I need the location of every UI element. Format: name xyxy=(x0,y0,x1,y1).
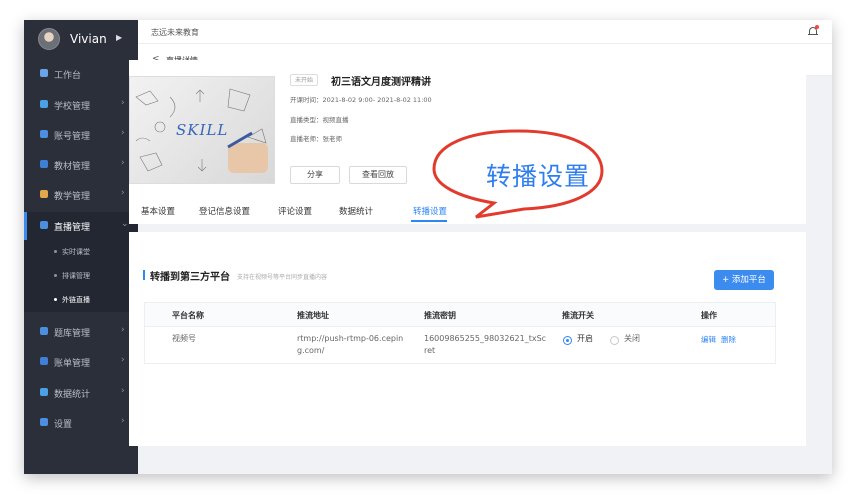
live-icon xyxy=(40,221,48,229)
sidebar-item-school[interactable]: 学校管理 › xyxy=(24,91,138,119)
dashboard-icon xyxy=(40,69,48,77)
course-cover-image: SKILL xyxy=(129,76,275,184)
course-type: 直播类型：视频直播 xyxy=(290,116,349,124)
callout-text: 转播设置 xyxy=(486,162,591,191)
sidebar-item-live[interactable]: 直播管理 ⌄ xyxy=(24,212,138,240)
chevron-right-icon: › xyxy=(121,416,125,426)
sidebar-item-stats[interactable]: 数据统计 › xyxy=(24,379,138,407)
bill-icon xyxy=(40,357,48,365)
account-icon xyxy=(40,130,48,138)
notification-badge xyxy=(815,25,819,29)
school-icon xyxy=(40,100,48,108)
column-header: 推流地址 xyxy=(297,311,329,320)
sidebar-item-dashboard[interactable]: 工作台 xyxy=(24,60,138,88)
sidebar-item-label: 教材管理 xyxy=(54,162,91,172)
delete-link[interactable]: 删除 xyxy=(721,334,736,345)
chevron-right-icon: › xyxy=(121,128,125,138)
teaching-icon xyxy=(40,190,48,198)
section-marker xyxy=(143,270,145,280)
sidebar-item-label: 账号管理 xyxy=(54,132,91,142)
column-header: 推流开关 xyxy=(562,311,594,320)
course-time: 开课时间：2021-8-02 9:00- 2021-8-02 11:00 xyxy=(290,96,432,104)
radio-on[interactable] xyxy=(563,336,572,345)
sidebar-subitem-schedule[interactable]: 排课管理 xyxy=(24,264,138,288)
share-button[interactable]: 分享 xyxy=(290,166,340,184)
sidebar-item-account[interactable]: 账号管理 › xyxy=(24,121,138,149)
caret-right-icon: ▶ xyxy=(116,33,123,42)
book-icon xyxy=(40,160,48,168)
sidebar-item-label: 教学管理 xyxy=(54,192,91,202)
column-header: 平台名称 xyxy=(172,311,204,320)
status-badge: 未开始 xyxy=(290,74,319,86)
sidebar-item-label: 题库管理 xyxy=(54,329,91,339)
relay-panel: 转播到第三方平台 支持在视频号等平台同步直播内容 + 添加平台 平台名称 推流地… xyxy=(129,232,806,446)
column-header: 推流密钥 xyxy=(424,311,456,320)
course-teacher: 直播老师：张老师 xyxy=(290,135,342,143)
tab-basic[interactable]: 基本设置 xyxy=(141,205,175,217)
sidebar-item-textbook[interactable]: 教材管理 › xyxy=(24,151,138,179)
sidebar-item-label: 学校管理 xyxy=(54,102,91,112)
tab-registration[interactable]: 登记信息设置 xyxy=(199,205,250,217)
chevron-down-icon: ⌄ xyxy=(121,219,129,229)
radio-off-label: 关闭 xyxy=(624,334,640,343)
question-bank-icon xyxy=(40,327,48,335)
sidebar-item-question-bank[interactable]: 题库管理 › xyxy=(24,318,138,346)
chevron-right-icon: › xyxy=(121,98,125,108)
sidebar-item-label: 数据统计 xyxy=(54,390,91,400)
sidebar-item-label: 直播管理 xyxy=(54,223,91,233)
sidebar-subitem-realtime[interactable]: 实时课堂 xyxy=(24,240,138,264)
cover-skill-text: SKILL xyxy=(176,121,229,139)
user-menu[interactable]: Vivian ▶ xyxy=(24,20,138,60)
chart-icon xyxy=(40,388,48,396)
view-replay-button[interactable]: 查看回放 xyxy=(349,166,407,184)
sidebar-item-label: 工作台 xyxy=(54,71,82,81)
add-platform-button[interactable]: + 添加平台 xyxy=(714,270,774,290)
sidebar-item-bill[interactable]: 账单管理 › xyxy=(24,348,138,376)
sidebar-item-teaching[interactable]: 教学管理 › xyxy=(24,181,138,209)
org-name: 志远未来教育 xyxy=(151,28,199,37)
bell-icon[interactable] xyxy=(808,25,819,37)
platform-name: 视频号 xyxy=(172,334,196,343)
sidebar-item-label: 账单管理 xyxy=(54,359,91,369)
chevron-right-icon: › xyxy=(121,325,125,335)
sidebar: Vivian ▶ 工作台 学校管理 › 账号管理 › 教材管理 › 教学管理 › xyxy=(24,20,138,474)
push-url: rtmp://push-rtmp-06.cepin g.com/ xyxy=(297,334,404,355)
platform-table: 平台名称 推流地址 推流密钥 推流开关 操作 视频号 rtmp://push-r… xyxy=(144,302,776,364)
sidebar-subitem-label: 外链直播 xyxy=(62,296,90,304)
sidebar-subitem-label: 排课管理 xyxy=(62,272,90,280)
panel-title: 转播到第三方平台 xyxy=(150,272,230,283)
panel-hint: 支持在视频号等平台同步直播内容 xyxy=(237,274,328,281)
tab-comments[interactable]: 评论设置 xyxy=(278,205,312,217)
edit-link[interactable]: 编辑 xyxy=(701,334,716,345)
tab-data-stats[interactable]: 数据统计 xyxy=(339,205,373,217)
column-header: 操作 xyxy=(701,311,717,320)
sidebar-item-settings[interactable]: 设置 › xyxy=(24,409,138,437)
table-row: 视频号 rtmp://push-rtmp-06.cepin g.com/ 160… xyxy=(145,327,775,363)
chevron-right-icon: › xyxy=(121,386,125,396)
radio-off[interactable] xyxy=(610,336,619,345)
settings-icon xyxy=(40,418,48,426)
sidebar-subitem-label: 实时课堂 xyxy=(62,248,90,256)
sidebar-item-label: 设置 xyxy=(54,420,73,430)
chevron-right-icon: › xyxy=(121,158,125,168)
top-bar: 志远未来教育 xyxy=(138,20,832,44)
user-name: Vivian xyxy=(70,32,107,46)
chevron-right-icon: › xyxy=(121,355,125,365)
sidebar-subitem-external-live[interactable]: 外链直播 xyxy=(24,288,138,312)
course-title: 初三语文月度测评精讲 xyxy=(331,77,431,88)
push-key: 16009865255_98032621_txSc ret xyxy=(424,334,547,355)
radio-on-label: 开启 xyxy=(577,334,593,343)
avatar xyxy=(38,28,60,50)
table-header: 平台名称 推流地址 推流密钥 推流开关 操作 xyxy=(145,303,775,327)
chevron-right-icon: › xyxy=(121,188,125,198)
